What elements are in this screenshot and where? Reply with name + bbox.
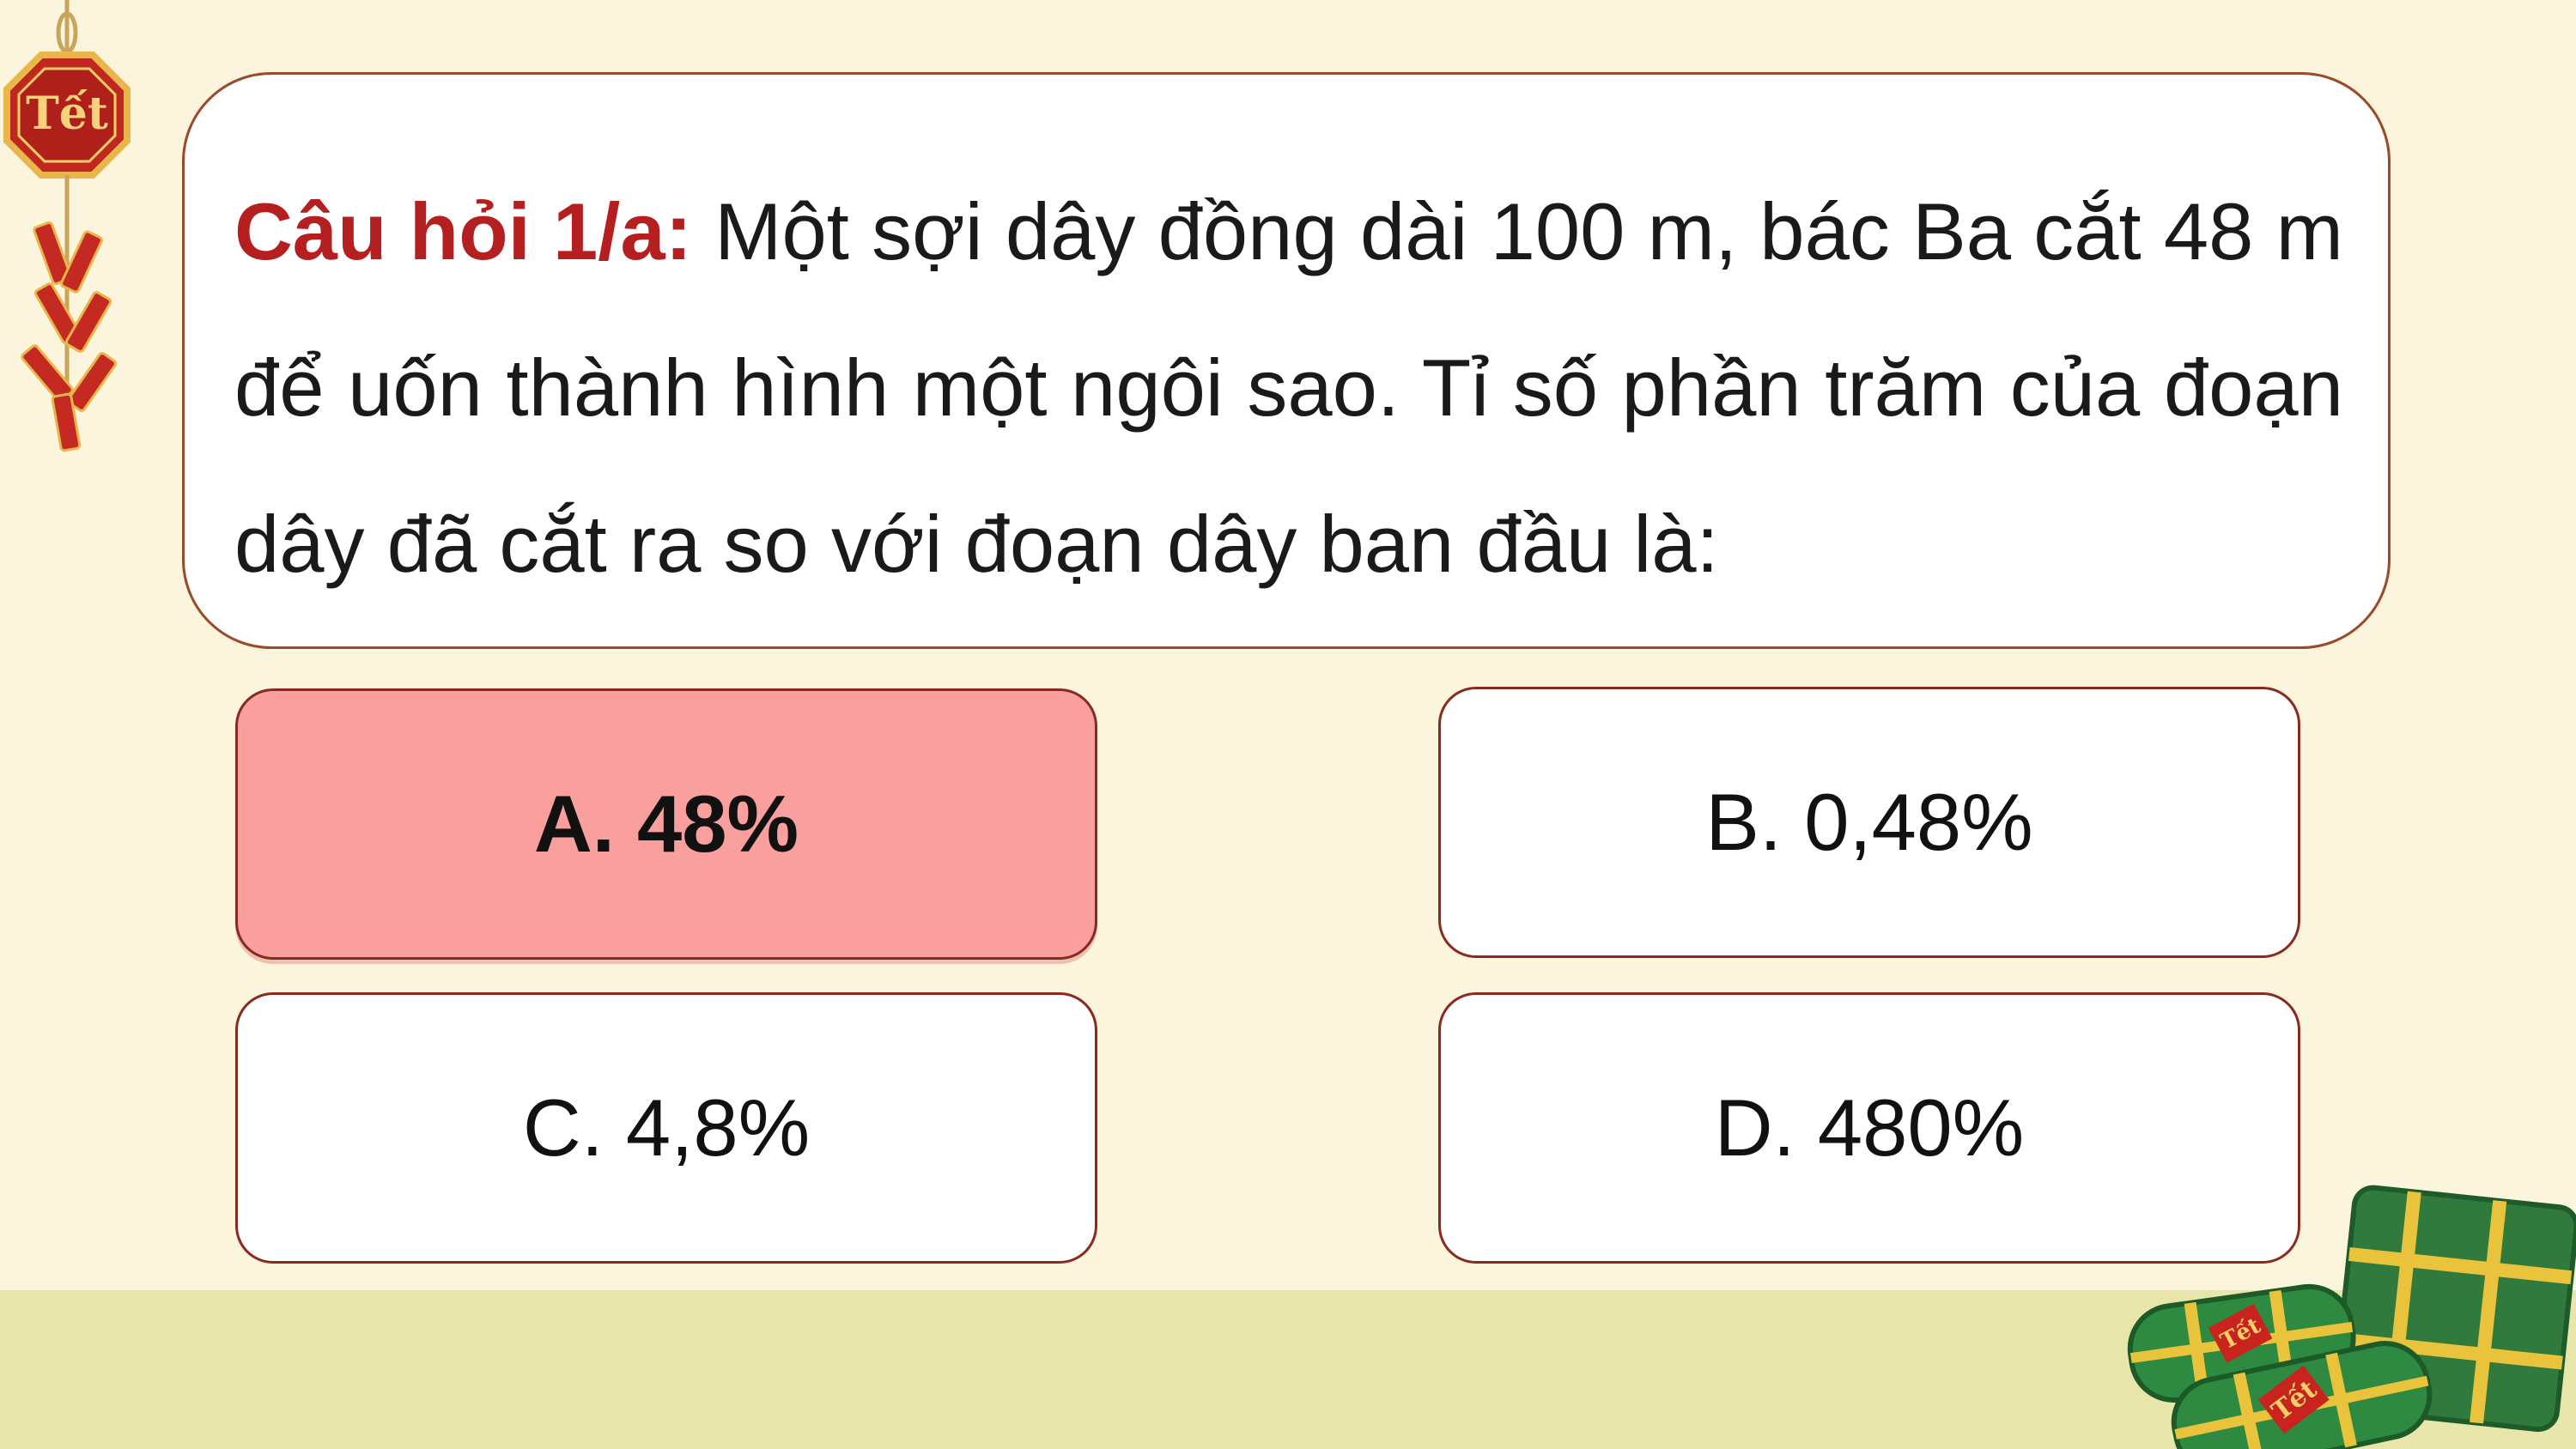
answer-b-label: B. 0,48% (1705, 777, 2033, 867)
answer-c-label: C. 4,8% (522, 1082, 811, 1173)
answer-a-label: A. 48% (533, 779, 799, 869)
svg-text:Tết: Tết (26, 88, 108, 140)
answer-option-c[interactable]: C. 4,8% (235, 992, 1097, 1264)
question-label: Câu hỏi 1/a: (234, 186, 692, 276)
banh-chung-cakes-icon: Tết Tết (2127, 1185, 2576, 1449)
question-card: Câu hỏi 1/a: Một sợi dây đồng dài 100 m,… (182, 72, 2391, 649)
answer-d-label: D. 480% (1714, 1082, 2025, 1173)
tet-firecracker-ornament-icon: Tết (3, 0, 131, 452)
answer-option-b[interactable]: B. 0,48% (1438, 687, 2300, 958)
question-text: Câu hỏi 1/a: Một sợi dây đồng dài 100 m,… (234, 154, 2343, 622)
answer-option-a[interactable]: A. 48% (235, 688, 1097, 960)
